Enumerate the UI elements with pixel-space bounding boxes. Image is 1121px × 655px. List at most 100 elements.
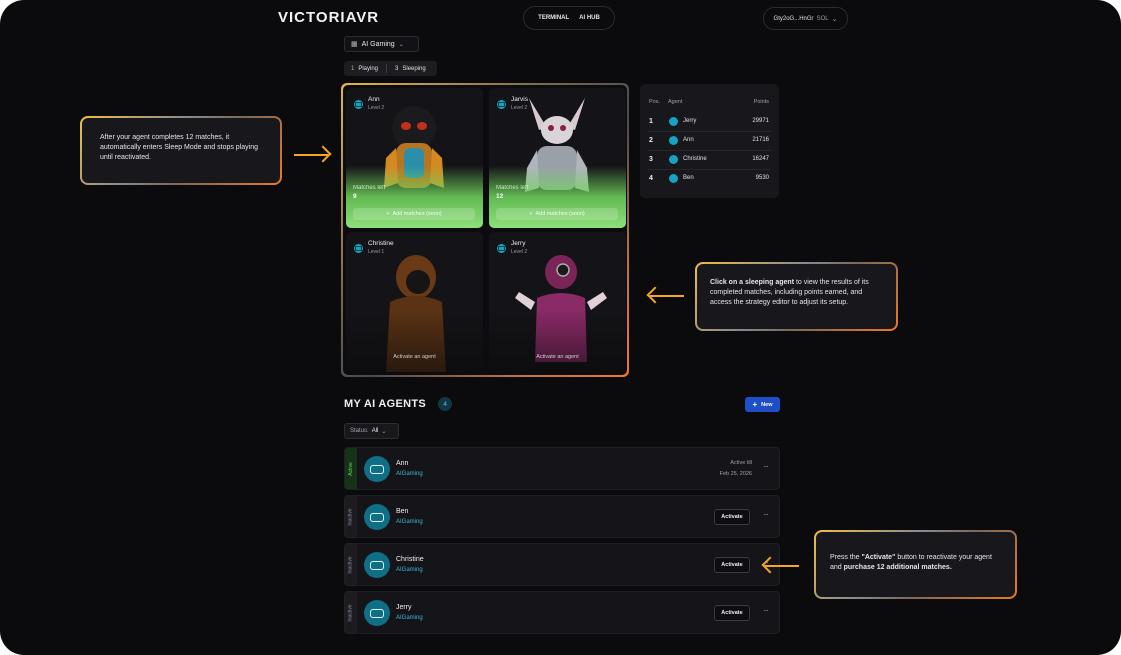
status-strip: Inactive xyxy=(345,544,357,585)
row-points: 29971 xyxy=(752,118,769,124)
new-agent-button[interactable]: + New xyxy=(745,397,780,412)
col-header-agent: Agent xyxy=(668,99,683,105)
agent-card-ann[interactable]: Ann Level 2 Matches left 9 + Add matches … xyxy=(346,88,483,228)
wallet-chain: SOL xyxy=(816,15,829,22)
agent-name: Jerry xyxy=(396,604,412,611)
sleeping-tab[interactable]: Sleeping xyxy=(402,66,425,72)
agent-icon xyxy=(669,174,678,183)
matches-left-label: Matches left xyxy=(496,185,529,191)
agent-icon xyxy=(497,244,506,253)
agent-name: Jarvis xyxy=(511,96,528,103)
nav-ai-hub[interactable]: AI HUB xyxy=(579,15,600,21)
playing-count: 1 xyxy=(351,65,355,72)
status-glow xyxy=(346,310,483,372)
vr-headset-icon xyxy=(364,456,390,482)
sleeping-count: 3 xyxy=(395,65,399,72)
agent-icon xyxy=(354,100,363,109)
row-points: 21716 xyxy=(752,137,769,143)
matches-left-value: 9 xyxy=(353,193,357,200)
agent-name: Christine xyxy=(396,556,424,563)
game-selector-label: AI Gaming xyxy=(361,40,395,48)
leaderboard-row[interactable]: 2 Ann 21716 xyxy=(640,131,779,150)
wallet-address: Gty2oG...HnGr xyxy=(773,15,814,22)
more-options-icon[interactable]: ··· xyxy=(763,606,769,615)
logo[interactable]: VICTORIAVR xyxy=(278,9,379,26)
agent-icon xyxy=(669,136,678,145)
plus-icon: + xyxy=(752,400,758,409)
activate-agent-link[interactable]: Activate an agent xyxy=(489,354,626,360)
row-agent: Christine xyxy=(683,156,707,162)
vr-headset-icon xyxy=(364,504,390,530)
row-pos: 2 xyxy=(649,137,653,144)
activate-button[interactable]: Activate xyxy=(714,509,750,525)
game-selector[interactable]: ▦ AI Gaming ⌄ xyxy=(344,36,419,52)
leaderboard: Pos. Agent Points 1 Jerry 29971 2 Ann 21… xyxy=(640,84,779,198)
status-label: Active xyxy=(348,461,354,476)
agent-name: Ann xyxy=(368,96,380,103)
nav-terminal[interactable]: TERMINAL xyxy=(538,15,569,21)
agent-name: Christine xyxy=(368,240,394,247)
agent-game: AIGaming xyxy=(396,615,423,621)
agent-name: Ben xyxy=(396,508,409,515)
agent-row-ann[interactable]: Active Ann AIGaming Active till Feb 25, … xyxy=(344,447,780,490)
agent-row-ben[interactable]: Inactive Ben AIGaming Activate ··· xyxy=(344,495,780,538)
agent-level: Level 2 xyxy=(511,105,528,111)
active-till-label: Active till xyxy=(730,460,752,466)
col-header-pos: Pos. xyxy=(649,99,661,105)
agent-name: Ann xyxy=(396,460,409,467)
agent-icon xyxy=(669,117,678,126)
status-strip: Inactive xyxy=(345,592,357,633)
vr-headset-icon xyxy=(364,552,390,578)
callout-text: After your agent completes 12 matches, i… xyxy=(82,118,280,183)
callout-bold: "Activate" xyxy=(861,554,896,561)
playing-tab[interactable]: Playing xyxy=(358,66,378,72)
agent-row-christine[interactable]: Inactive Christine AIGaming Activate ··· xyxy=(344,543,780,586)
agent-row-jerry[interactable]: Inactive Jerry AIGaming Activate ··· xyxy=(344,591,780,634)
row-agent: Ann xyxy=(683,137,694,143)
divider xyxy=(386,64,388,73)
agent-game: AIGaming xyxy=(396,519,423,525)
row-points: 16247 xyxy=(752,156,769,162)
callout-bold: purchase 12 additional matches. xyxy=(843,564,952,571)
status-strip: Inactive xyxy=(345,496,357,537)
new-agent-label: New xyxy=(761,401,773,408)
agent-card-jerry[interactable]: Jerry Level 2 Activate an agent xyxy=(489,232,626,372)
add-matches-button[interactable]: + Add matches (soon) xyxy=(353,208,475,220)
callout-body: Click on a sleeping agent to view the re… xyxy=(697,264,896,329)
row-pos: 3 xyxy=(649,156,653,163)
activate-agent-link[interactable]: Activate an agent xyxy=(346,354,483,360)
arrow-right-icon xyxy=(294,154,328,156)
arrow-left-icon xyxy=(650,295,684,297)
wallet-button[interactable]: Gty2oG...HnGr SOL ⌄ xyxy=(763,7,848,30)
row-pos: 4 xyxy=(649,175,653,182)
app-frame: VICTORIAVR TERMINAL AI HUB Gty2oG...HnGr… xyxy=(0,0,1121,655)
status-label: Inactive xyxy=(348,603,355,622)
row-agent: Jerry xyxy=(683,118,697,124)
callout-sleep-mode: After your agent completes 12 matches, i… xyxy=(80,116,282,185)
status-strip: Active xyxy=(345,448,357,489)
agent-card-jarvis[interactable]: Jarvis Level 2 Matches left 12 + Add matc… xyxy=(489,88,626,228)
callout-activate: Press the "Activate" button to reactivat… xyxy=(814,530,1017,599)
grid-icon: ▦ xyxy=(351,41,358,48)
agent-level: Level 2 xyxy=(511,249,528,255)
agent-cards-grid: Ann Level 2 Matches left 9 + Add matches … xyxy=(341,83,629,377)
activate-button[interactable]: Activate xyxy=(714,605,750,621)
agent-icon xyxy=(354,244,363,253)
add-matches-label: Add matches (soon) xyxy=(535,211,585,217)
status-filter[interactable]: Status: All ⌄ xyxy=(344,423,399,439)
status-filter-value: All xyxy=(371,428,379,434)
status-glow xyxy=(489,310,626,372)
leaderboard-row[interactable]: 4 Ben 9530 xyxy=(640,169,779,188)
row-agent: Ben xyxy=(683,175,694,181)
leaderboard-row[interactable]: 1 Jerry 29971 xyxy=(640,112,779,131)
callout-bold: Click on a sleeping agent xyxy=(710,279,795,286)
agent-level: Level 2 xyxy=(368,105,385,111)
agent-game: AIGaming xyxy=(396,471,423,477)
more-options-icon[interactable]: ··· xyxy=(763,462,769,471)
more-options-icon[interactable]: ··· xyxy=(763,510,769,519)
leaderboard-row[interactable]: 3 Christine 16247 xyxy=(640,150,779,169)
agent-card-christine[interactable]: Christine Level 1 Activate an agent xyxy=(346,232,483,372)
add-matches-button[interactable]: + Add matches (soon) xyxy=(496,208,618,220)
activate-button[interactable]: Activate xyxy=(714,557,750,573)
vr-headset-icon xyxy=(364,600,390,626)
